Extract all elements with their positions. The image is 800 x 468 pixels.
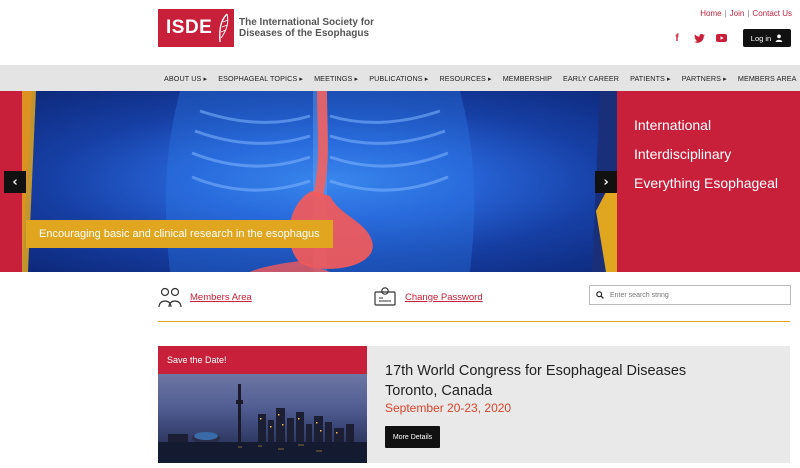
top-link-separator: | [747, 9, 750, 18]
congress-date: September 20-23, 2020 [385, 401, 512, 415]
hero-line-everything-esophageal: Everything Esophageal [634, 175, 778, 191]
social-links: f [668, 30, 730, 46]
carousel-next-button[interactable]: › [595, 171, 617, 193]
site-logo[interactable]: ISDE The International Society for Disea… [158, 9, 374, 47]
login-label: Log in [750, 33, 772, 43]
congress-title-line1: 17th World Congress for Esophageal Disea… [385, 363, 687, 379]
hero-line-interdisciplinary: Interdisciplinary [634, 146, 732, 162]
nav-partners[interactable]: PARTNERS ▸ [682, 74, 727, 83]
twitter-icon[interactable] [690, 30, 708, 46]
members-group-icon [158, 287, 182, 308]
nav-about-us[interactable]: ABOUT US ▸ [164, 74, 207, 83]
congress-card: Save the Date! 17th World Congress for E… [158, 346, 790, 463]
logo-mark-text: ISDE [166, 17, 213, 38]
nav-resources[interactable]: RESOURCES ▸ [439, 74, 491, 83]
more-details-button[interactable]: More Details [385, 426, 440, 448]
logo-mark: ISDE [158, 9, 234, 47]
facebook-icon[interactable]: f [668, 30, 686, 46]
congress-title-line2: Toronto, Canada [385, 383, 493, 399]
youtube-icon[interactable] [712, 30, 730, 46]
search-input[interactable] [610, 291, 780, 299]
hero-caption: Encouraging basic and clinical research … [26, 220, 333, 248]
feather-icon [219, 13, 229, 43]
user-icon [775, 34, 783, 42]
nav-meetings[interactable]: MEETINGS ▸ [314, 74, 358, 83]
contact-us-link[interactable]: Contact Us [752, 9, 792, 18]
nav-esophageal-topics[interactable]: ESOPHAGEAL TOPICS ▸ [218, 74, 303, 83]
hero-line-international: International [634, 117, 712, 133]
top-links: Home | Join | Contact Us [700, 9, 792, 18]
nav-early-career[interactable]: EARLY CAREER [563, 74, 619, 83]
logo-name-line2: Diseases of the Esophagus [239, 28, 370, 39]
section-divider [158, 321, 790, 322]
toronto-skyline-image [158, 374, 367, 463]
congress-title: 17th World Congress for Esophageal Disea… [385, 361, 686, 401]
search-box [589, 285, 791, 305]
hero-tagline: International Interdisciplinary Everythi… [634, 111, 778, 198]
members-area-link[interactable]: Members Area [190, 292, 252, 303]
change-password-link[interactable]: Change Password [405, 292, 483, 303]
password-icon [374, 287, 396, 306]
chevron-right-icon: › [603, 174, 609, 190]
search-icon[interactable] [596, 291, 604, 299]
carousel-prev-button[interactable]: ‹ [4, 171, 26, 193]
join-link[interactable]: Join [730, 9, 745, 18]
logo-name-line1: The International Society for [239, 17, 375, 28]
chevron-left-icon: ‹ [12, 174, 18, 190]
nav-publications[interactable]: PUBLICATIONS ▸ [369, 74, 428, 83]
main-nav: ABOUT US ▸ ESOPHAGEAL TOPICS ▸ MEETINGS … [0, 65, 800, 91]
top-link-separator: | [724, 9, 727, 18]
nav-membership[interactable]: MEMBERSHIP [503, 74, 552, 83]
nav-members-area[interactable]: MEMBERS AREA [738, 74, 797, 83]
login-button[interactable]: Log in [743, 29, 791, 47]
members-area-quicklink: Members Area [158, 286, 252, 308]
save-the-date-banner: Save the Date! [158, 346, 367, 374]
change-password-quicklink: Change Password [373, 286, 483, 308]
hero-carousel: International Interdisciplinary Everythi… [0, 91, 800, 272]
home-link[interactable]: Home [700, 9, 721, 18]
nav-patients[interactable]: PATIENTS ▸ [630, 74, 671, 83]
logo-name: The International Society for Diseases o… [239, 17, 374, 39]
